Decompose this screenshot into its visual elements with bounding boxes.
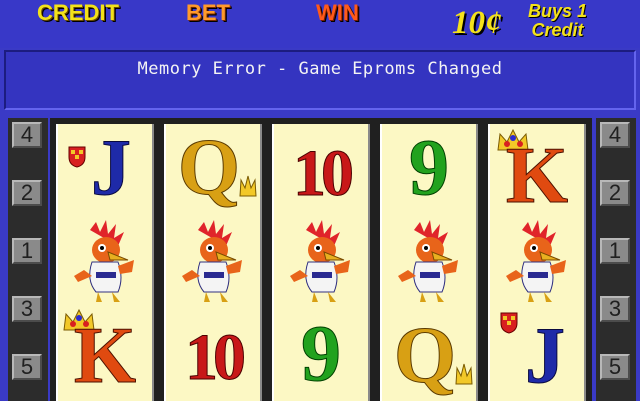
symbol-k: K [58,306,152,399]
win-label: WIN [316,0,359,25]
left-line-indicators: 4 2 1 3 5 [8,118,48,401]
symbol-q: Q [382,306,476,399]
reel-1: J K [56,124,154,401]
cockatoo-bird-icon [398,220,458,302]
cockatoo-bird-icon [506,220,566,302]
line-indicator-right[interactable]: 5 [600,354,630,380]
symbol-bird [490,216,584,306]
cockatoo-bird-icon [74,220,134,302]
line-indicator-right[interactable]: 3 [600,296,630,322]
reel-window: J K Q 10 10 9 9 Q K J [50,118,592,401]
buys-line-2: Credit [531,20,584,40]
symbol-bird [274,216,368,306]
credit-label: CREDIT [37,0,119,25]
symbol-9: 9 [301,310,342,398]
crown-icon [239,175,257,197]
symbol-j: J [58,124,152,214]
line-indicator-right[interactable]: 2 [600,180,630,206]
reel-4: 9 Q [380,124,478,401]
denomination: 10¢ [452,5,502,41]
symbol-k: K [490,124,584,219]
symbol-10: 10 [185,321,247,395]
reel-3: 10 9 [272,124,370,401]
symbol-bird [382,216,476,306]
line-indicator-left[interactable]: 4 [12,122,42,148]
line-indicator-right[interactable]: 4 [600,122,630,148]
crown-icon [455,363,473,385]
cockatoo-bird-icon [182,220,242,302]
symbol-bird [166,216,260,306]
symbol-9: 9 [409,124,450,212]
bet-label: BET [186,0,230,25]
line-indicator-left[interactable]: 5 [12,354,42,380]
line-indicator-left[interactable]: 1 [12,238,42,264]
symbol-q: Q [166,124,260,214]
message-panel: Memory Error - Game Eproms Changed [4,50,636,110]
line-indicator-right[interactable]: 1 [600,238,630,264]
right-line-indicators: 4 2 1 3 5 [596,118,636,401]
reel-5: K J [488,124,586,401]
cockatoo-bird-icon [290,220,350,302]
symbol-bird [58,216,152,306]
line-indicator-left[interactable]: 2 [12,180,42,206]
symbol-j: J [490,306,584,399]
buys-credit-text: Buys 1 Credit [528,2,587,40]
buys-line-1: Buys 1 [528,1,588,21]
symbol-10: 10 [293,137,355,211]
error-message: Memory Error - Game Eproms Changed [137,59,503,79]
line-indicator-left[interactable]: 3 [12,296,42,322]
meter-bar: CREDIT BET WIN 10¢ Buys 1 Credit [0,0,640,48]
reel-2: Q 10 [164,124,262,401]
